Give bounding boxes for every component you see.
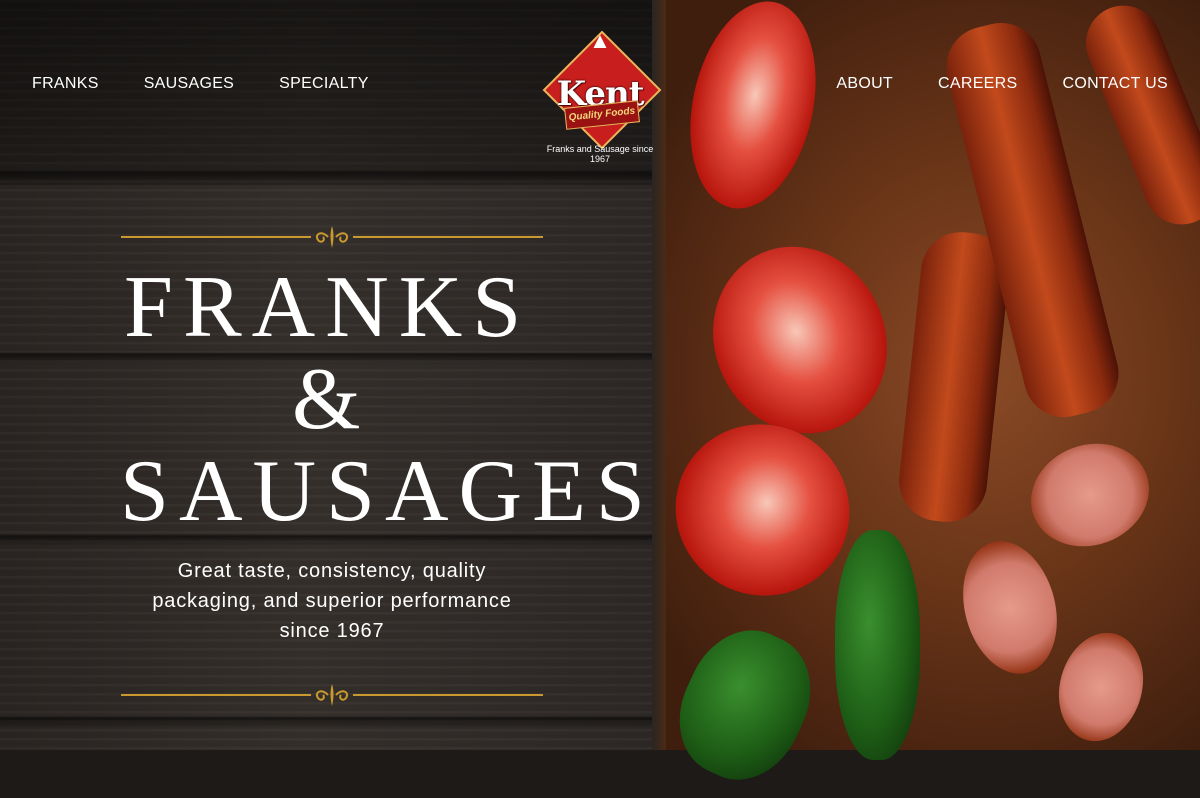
scroll-ornament-icon xyxy=(316,226,348,248)
ornament-divider-top xyxy=(121,222,543,252)
jalapeno-1 xyxy=(835,530,920,760)
bull-icon: ▲ xyxy=(589,28,611,53)
sausage-slice-3 xyxy=(1047,623,1155,751)
ornament-line xyxy=(121,694,311,696)
hero-tagline: Great taste, consistency, quality packag… xyxy=(152,560,512,642)
nav-franks[interactable]: FRANKS xyxy=(32,75,99,93)
nav-careers[interactable]: CAREERS xyxy=(938,75,1017,93)
ornament-line xyxy=(353,694,543,696)
hero-ampersand: & xyxy=(292,351,371,448)
jalapeno-2 xyxy=(658,611,832,798)
hero-line-sausages: SAUSAGES xyxy=(120,443,655,540)
primary-nav-left: FRANKS SAUSAGES SPECIALTY xyxy=(32,75,414,93)
brand-logo[interactable]: ▲ Kent Quality Foods Franks and Sausage … xyxy=(538,28,662,164)
sausage-3 xyxy=(1074,0,1200,236)
ornament-line xyxy=(121,236,311,238)
tomato-slice-1 xyxy=(672,0,834,221)
ornament-divider-bottom xyxy=(121,680,543,710)
ornament-line xyxy=(353,236,543,238)
nav-contact-us[interactable]: CONTACT US xyxy=(1062,75,1168,93)
logo-tagline: Franks and Sausage since 1967 xyxy=(546,144,654,164)
hero-heading: FRANKS & SAUSAGES xyxy=(120,262,670,538)
sausage-slice-2 xyxy=(949,530,1071,685)
sausage-1 xyxy=(895,228,1013,526)
food-photo xyxy=(644,0,1200,798)
nav-sausages[interactable]: SAUSAGES xyxy=(144,75,234,93)
tomato-slice-2 xyxy=(682,217,918,463)
sausage-slice-1 xyxy=(1016,427,1164,563)
hero-line-franks: FRANKS xyxy=(124,259,532,356)
nav-about[interactable]: ABOUT xyxy=(836,75,893,93)
nav-specialty[interactable]: SPECIALTY xyxy=(279,75,369,93)
scroll-ornament-icon xyxy=(316,684,348,706)
primary-nav-right: ABOUT CAREERS CONTACT US xyxy=(791,75,1168,93)
